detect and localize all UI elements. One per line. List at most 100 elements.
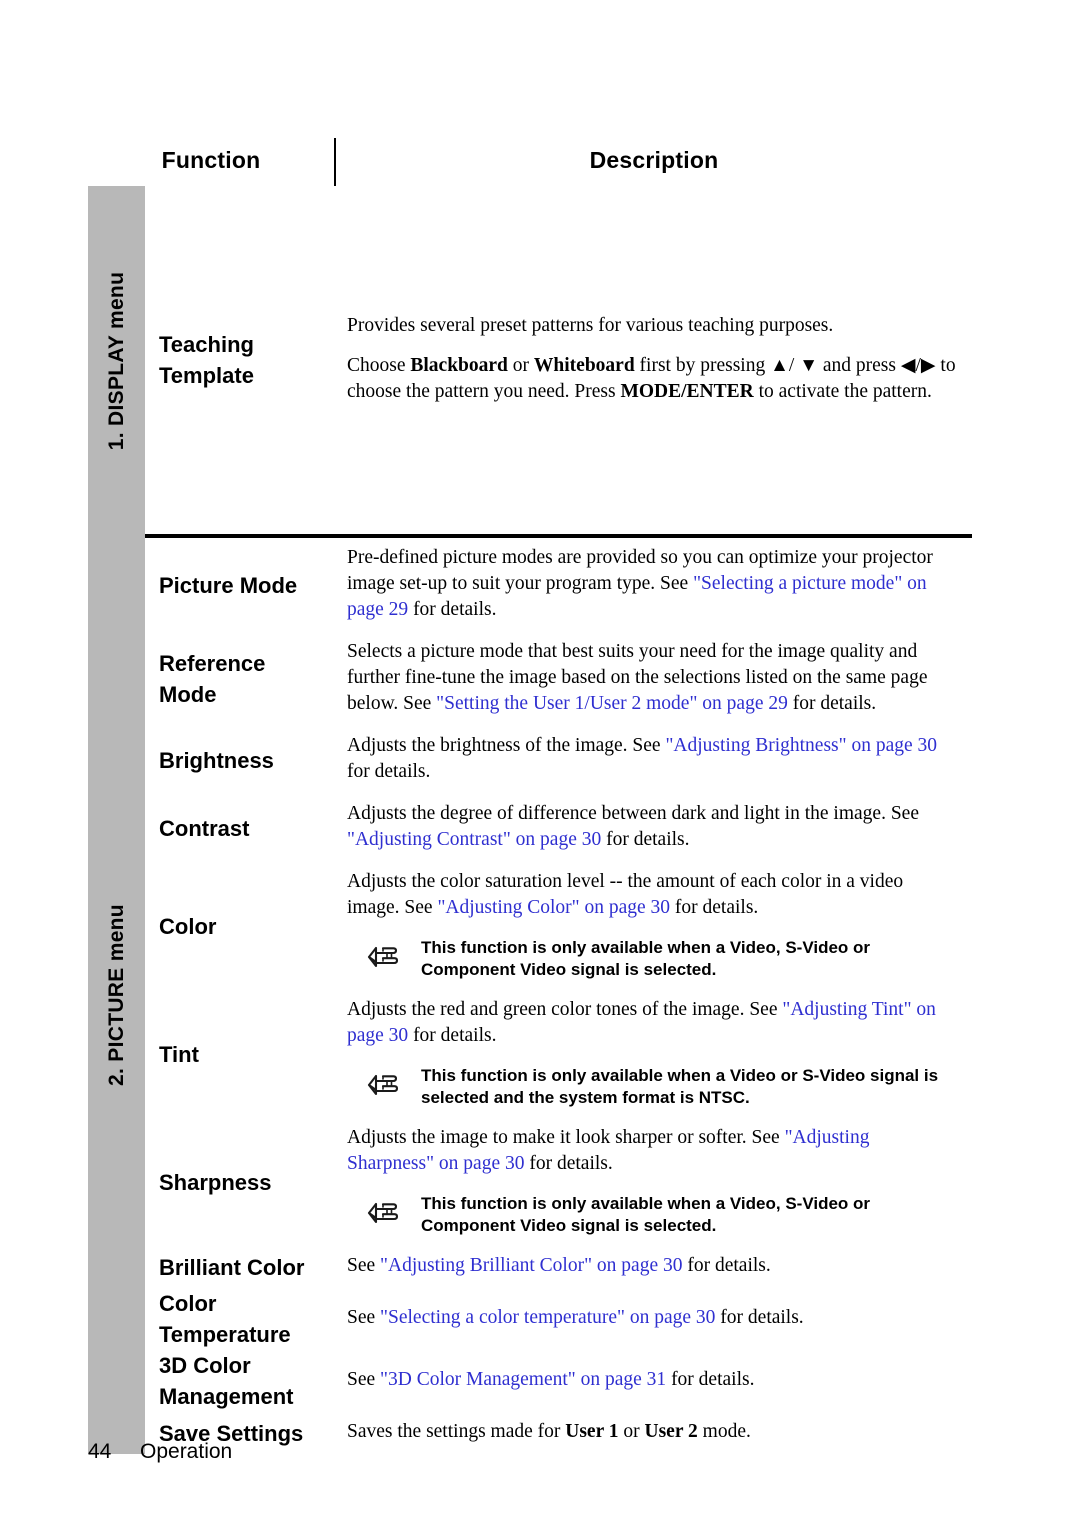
table-row: Reference Mode Selects a picture mode th… [88, 632, 972, 726]
description-brightness: Adjusts the brightness of the image. See… [335, 726, 972, 794]
description-paragraph: Provides several preset patterns for var… [347, 315, 834, 336]
page-footer: 44 Operation [88, 1440, 232, 1464]
desc-text-lead: See [347, 1255, 381, 1276]
function-name-contrast: Contrast [159, 815, 250, 841]
note-line-2: selected and the system format is NTSC. [421, 1088, 750, 1107]
desc-text-tail: for details. [601, 829, 690, 850]
description-tint: Adjusts the red and green color tones of… [335, 990, 972, 1118]
arrow-left-icon: ◀ [900, 355, 916, 376]
function-name-reference-mode: Reference Mode [145, 632, 335, 726]
description-3d-color-management: See "3D Color Management" on page 31 for… [335, 1350, 972, 1412]
description-reference-mode: Selects a picture mode that best suits y… [335, 632, 972, 726]
section-rail-label: 2. PICTURE menu [104, 904, 128, 1086]
desc-text-tail: for details. [524, 1153, 613, 1174]
arrow-down-icon: ▼ [799, 355, 818, 376]
desc-text-mid: or [618, 1421, 645, 1442]
function-name-teaching-template: Teaching Template [145, 186, 335, 538]
column-header-description: Description [589, 147, 719, 173]
bold-user-1: User 1 [565, 1421, 619, 1442]
desc-text-tail: for details. [666, 1369, 755, 1390]
instr-bold-whiteboard: Whiteboard [533, 355, 635, 376]
cross-reference-link[interactable]: "3D Color Management" on page 31 [380, 1369, 666, 1390]
desc-text-tail: for details. [787, 693, 877, 714]
cross-reference-link[interactable]: "Adjusting Contrast" on page 30 [347, 829, 601, 850]
settings-reference-table: Function Description 1. DISPLAY menu Tea… [88, 138, 972, 1454]
table-header-row: Function Description [88, 138, 972, 186]
section-rail-label: 1. DISPLAY menu [104, 271, 128, 451]
desc-text-lead: See [347, 1307, 381, 1328]
pointing-hand-icon [363, 1067, 407, 1103]
function-name-line1: Teaching [159, 332, 254, 357]
desc-text-lead: Adjusts the degree of difference between… [347, 803, 919, 824]
cross-reference-link[interactable]: "Adjusting Brilliant Color" on page 30 [380, 1255, 682, 1276]
table-row: Color Adjusts the color saturation level… [88, 862, 972, 990]
table-row: Sharpness Adjusts the image to make it l… [88, 1118, 972, 1246]
description-picture-mode: Pre-defined picture modes are provided s… [335, 536, 972, 632]
instr-text-1: Choose [347, 355, 411, 376]
function-name-line1: Reference [159, 651, 266, 676]
cross-reference-link[interactable]: "Setting the User 1/User 2 mode" on page… [436, 693, 788, 714]
function-name-line2: Management [159, 1384, 294, 1409]
note-line-1: This function is only available when a V… [421, 938, 871, 957]
function-name-color: Color [159, 913, 217, 939]
desc-text-lead: Adjusts the image to make it look sharpe… [347, 1127, 785, 1148]
function-name-picture-mode: Picture Mode [159, 572, 298, 598]
function-name-sharpness: Sharpness [159, 1169, 272, 1195]
note-line-1: This function is only available when a V… [421, 1194, 871, 1213]
description-contrast: Adjusts the degree of difference between… [335, 794, 972, 862]
arrow-up-icon: ▲ [770, 355, 789, 376]
instr-text-2: or [507, 355, 534, 376]
table-row: 3D Color Management See "3D Color Manage… [88, 1350, 972, 1412]
desc-text-tail: for details. [715, 1307, 804, 1328]
availability-note: This function is only available when a V… [347, 937, 960, 981]
desc-text-tail: for details. [347, 761, 431, 782]
note-line-1: This function is only available when a V… [421, 1066, 939, 1085]
note-line-2: Component Video signal is selected. [421, 1216, 717, 1235]
table-row: Brightness Adjusts the brightness of the… [88, 726, 972, 794]
description-color: Adjusts the color saturation level -- th… [335, 862, 972, 990]
note-line-2: Component Video signal is selected. [421, 960, 717, 979]
desc-text-lead: See [347, 1369, 381, 1390]
function-name-brightness: Brightness [159, 747, 274, 773]
instr-bold-mode-enter: MODE/ENTER [620, 381, 754, 402]
desc-text-lead: Adjusts the red and green color tones of… [347, 999, 783, 1020]
function-name-line1: 3D Color [159, 1353, 251, 1378]
desc-text-tail: for details. [408, 599, 497, 620]
cross-reference-link[interactable]: "Adjusting Color" on page 30 [437, 897, 670, 918]
availability-note: This function is only available when a V… [347, 1065, 960, 1109]
instr-text-5: and press [818, 355, 901, 376]
desc-text-tail: for details. [682, 1255, 771, 1276]
section-rail-picture: 2. PICTURE menu [88, 536, 145, 1454]
instr-bold-blackboard: Blackboard [410, 355, 508, 376]
bold-user-2: User 2 [644, 1421, 698, 1442]
desc-text-lead: Saves the settings made for [347, 1421, 566, 1442]
table-row: 1. DISPLAY menu Teaching Template Provid… [88, 186, 972, 538]
desc-text-tail: for details. [408, 1025, 497, 1046]
table-row: Tint Adjusts the red and green color ton… [88, 990, 972, 1118]
cross-reference-link[interactable]: "Adjusting Brightness" on page 30 [665, 735, 937, 756]
description-brilliant-color: See "Adjusting Brilliant Color" on page … [335, 1246, 972, 1288]
instr-text-8: to activate the pattern. [753, 381, 932, 402]
function-name-line2: Template [159, 363, 254, 388]
function-name-tint: Tint [159, 1041, 199, 1067]
instr-text-4: / [788, 355, 800, 376]
availability-note-text: This function is only available when a V… [421, 1065, 938, 1109]
manual-page: Function Description 1. DISPLAY menu Tea… [0, 0, 1080, 1529]
pointing-hand-icon [363, 1195, 407, 1231]
cross-reference-link[interactable]: "Selecting a color temperature" on page … [380, 1307, 715, 1328]
function-name-brilliant-color: Brilliant Color [159, 1254, 305, 1280]
function-name-line2: Mode [159, 682, 217, 707]
section-rail-display: 1. DISPLAY menu [88, 186, 145, 536]
instr-text-3: first by pressing [634, 355, 771, 376]
pointing-hand-icon [363, 939, 407, 975]
table-row: Brilliant Color See "Adjusting Brilliant… [88, 1246, 972, 1288]
table-row: Contrast Adjusts the degree of differenc… [88, 794, 972, 862]
description-color-temperature: See "Selecting a color temperature" on p… [335, 1288, 972, 1350]
availability-note-text: This function is only available when a V… [421, 937, 870, 981]
description-sharpness: Adjusts the image to make it look sharpe… [335, 1118, 972, 1246]
function-name-line1: Color [159, 1291, 217, 1316]
function-name-3d-color-management: 3D Color Management [145, 1350, 335, 1412]
arrow-right-icon: ▶ [920, 355, 936, 376]
description-teaching-template: Provides several preset patterns for var… [335, 186, 972, 538]
desc-text-lead: Adjusts the brightness of the image. See [347, 735, 666, 756]
